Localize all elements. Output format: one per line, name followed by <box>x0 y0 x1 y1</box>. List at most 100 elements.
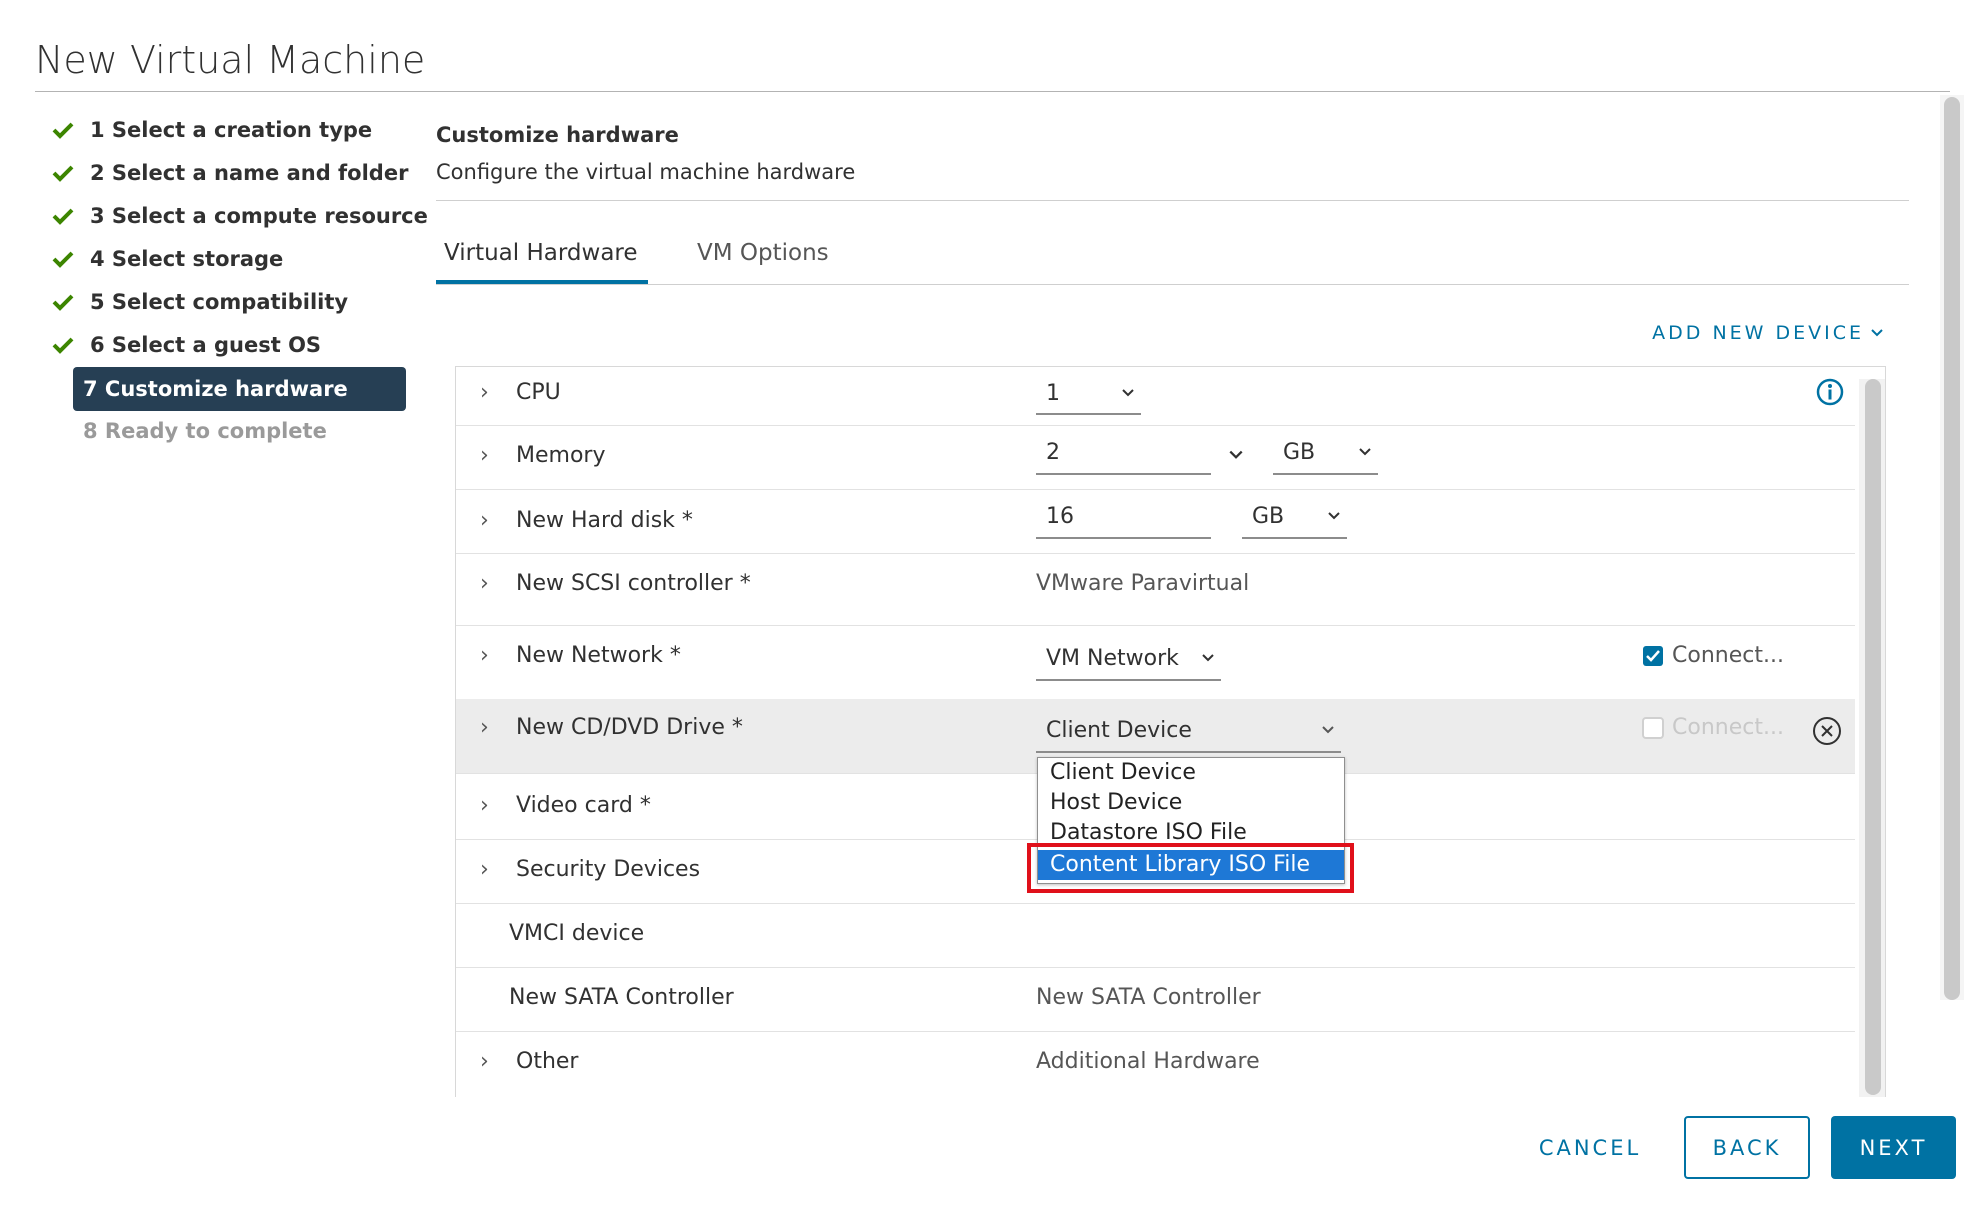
sata-value: New SATA Controller <box>1036 985 1261 1010</box>
cpu-select[interactable]: 1 <box>1036 373 1141 415</box>
next-button[interactable]: NEXT <box>1831 1116 1956 1179</box>
memory-unit: GB <box>1283 439 1316 465</box>
section-title: Customize hardware <box>436 123 679 147</box>
add-new-device-button[interactable]: ADD NEW DEVICE <box>1652 322 1884 344</box>
remove-device-icon[interactable] <box>1811 715 1843 747</box>
chevron-right-icon[interactable]: › <box>480 571 489 596</box>
chevron-right-icon[interactable]: › <box>480 1049 489 1074</box>
step-label: 7 Customize hardware <box>83 377 348 401</box>
chevron-down-icon <box>1328 512 1340 520</box>
back-button[interactable]: BACK <box>1684 1116 1810 1179</box>
info-icon[interactable] <box>1815 377 1845 407</box>
header-divider <box>436 200 1909 201</box>
cd-dvd-value: Client Device <box>1046 717 1192 743</box>
dropdown-option-host-device[interactable]: Host Device <box>1038 788 1344 818</box>
network-select[interactable]: VM Network <box>1036 637 1221 681</box>
page-scrollbar-thumb[interactable] <box>1944 97 1960 1000</box>
step-label: 6 Select a guest OS <box>90 333 322 357</box>
row-other: › Other Additional Hardware <box>456 1031 1855 1095</box>
row-label: New SCSI controller * <box>516 571 751 596</box>
step-1[interactable]: 1 Select a creation type <box>48 110 372 150</box>
hard-disk-value: 16 <box>1046 503 1074 529</box>
chevron-right-icon[interactable]: › <box>480 380 489 405</box>
chevron-down-icon <box>1871 329 1883 337</box>
chevron-down-icon <box>1202 654 1214 662</box>
row-label: Video card * <box>516 793 651 818</box>
chevron-down-icon <box>1359 448 1371 456</box>
row-label: Memory <box>516 443 606 468</box>
hard-disk-unit-select[interactable]: GB <box>1242 495 1347 539</box>
hardware-table: › CPU 1 › Memory 2 GB › New Hard disk * … <box>455 366 1886 1097</box>
check-icon <box>48 207 78 225</box>
row-scsi-controller: › New SCSI controller * VMware Paravirtu… <box>456 553 1855 626</box>
row-hard-disk: › New Hard disk * 16 GB <box>456 489 1855 554</box>
add-new-device-label: ADD NEW DEVICE <box>1652 322 1864 344</box>
step-5[interactable]: 5 Select compatibility <box>48 282 348 322</box>
chevron-down-icon <box>1322 726 1334 734</box>
dropdown-option-client-device[interactable]: Client Device <box>1038 758 1344 788</box>
network-connect-label: Connect... <box>1672 643 1784 668</box>
chevron-down-icon <box>1122 389 1134 397</box>
step-label: 1 Select a creation type <box>90 118 373 142</box>
scsi-value: VMware Paravirtual <box>1036 571 1250 596</box>
chevron-right-icon[interactable]: › <box>480 793 489 818</box>
step-label: 4 Select storage <box>90 247 284 271</box>
check-icon <box>48 164 78 182</box>
row-label: VMCI device <box>509 921 645 946</box>
step-6[interactable]: 6 Select a guest OS <box>48 325 321 365</box>
cpu-value: 1 <box>1046 380 1060 406</box>
row-label: CPU <box>516 380 561 405</box>
other-value: Additional Hardware <box>1036 1049 1260 1074</box>
hard-disk-size-input[interactable]: 16 <box>1036 495 1211 539</box>
check-icon <box>48 336 78 354</box>
check-icon <box>48 121 78 139</box>
step-8: 8 Ready to complete <box>48 411 327 451</box>
row-label: New CD/DVD Drive * <box>516 715 743 740</box>
tabs-divider <box>436 284 1909 285</box>
memory-value: 2 <box>1046 439 1060 465</box>
cd-dvd-connect[interactable]: Connect... <box>1642 715 1784 740</box>
memory-unit-select[interactable]: GB <box>1273 431 1378 475</box>
chevron-right-icon[interactable]: › <box>480 508 489 533</box>
row-label: Other <box>516 1049 579 1074</box>
cd-dvd-select[interactable]: Client Device <box>1036 709 1341 753</box>
checkbox-unchecked-icon[interactable] <box>1642 716 1664 739</box>
row-sata-controller: New SATA Controller New SATA Controller <box>456 967 1855 1032</box>
row-label: New SATA Controller <box>509 985 734 1010</box>
row-memory: › Memory 2 GB <box>456 425 1855 490</box>
title-divider <box>35 91 1950 92</box>
step-2[interactable]: 2 Select a name and folder <box>48 153 408 193</box>
chevron-right-icon[interactable]: › <box>480 857 489 882</box>
network-connect[interactable]: Connect... <box>1642 643 1784 668</box>
cancel-button[interactable]: CANCEL <box>1520 1116 1660 1179</box>
check-icon <box>48 250 78 268</box>
check-icon <box>48 293 78 311</box>
step-7-active[interactable]: 7 Customize hardware <box>73 367 406 411</box>
row-vmci-device: VMCI device <box>456 903 1855 968</box>
tab-virtual-hardware[interactable]: Virtual Hardware <box>444 240 638 284</box>
hard-disk-unit: GB <box>1252 503 1285 529</box>
callout-highlight-box <box>1027 843 1354 893</box>
step-4[interactable]: 4 Select storage <box>48 239 283 279</box>
tab-vm-options[interactable]: VM Options <box>697 240 829 284</box>
row-label: New Network * <box>516 643 681 668</box>
network-value: VM Network <box>1046 645 1179 671</box>
step-label: 3 Select a compute resource <box>90 204 428 228</box>
section-description: Configure the virtual machine hardware <box>436 160 856 184</box>
row-network: › New Network * VM Network Connect... <box>456 625 1855 700</box>
memory-input[interactable]: 2 <box>1036 431 1211 475</box>
chevron-down-icon[interactable] <box>1228 447 1244 463</box>
table-scrollbar-thumb[interactable] <box>1865 379 1881 1095</box>
row-label: New Hard disk * <box>516 508 693 533</box>
chevron-right-icon[interactable]: › <box>480 443 489 468</box>
chevron-right-icon[interactable]: › <box>480 715 489 740</box>
checkbox-checked-icon[interactable] <box>1642 645 1664 667</box>
row-cpu: › CPU 1 <box>456 367 1855 426</box>
cd-dvd-connect-label: Connect... <box>1672 715 1784 740</box>
step-label: 5 Select compatibility <box>90 290 349 314</box>
step-label: 2 Select a name and folder <box>90 161 409 185</box>
chevron-right-icon[interactable]: › <box>480 643 489 668</box>
step-3[interactable]: 3 Select a compute resource <box>48 196 428 236</box>
row-label: Security Devices <box>516 857 701 882</box>
page-title: New Virtual Machine <box>35 38 426 82</box>
